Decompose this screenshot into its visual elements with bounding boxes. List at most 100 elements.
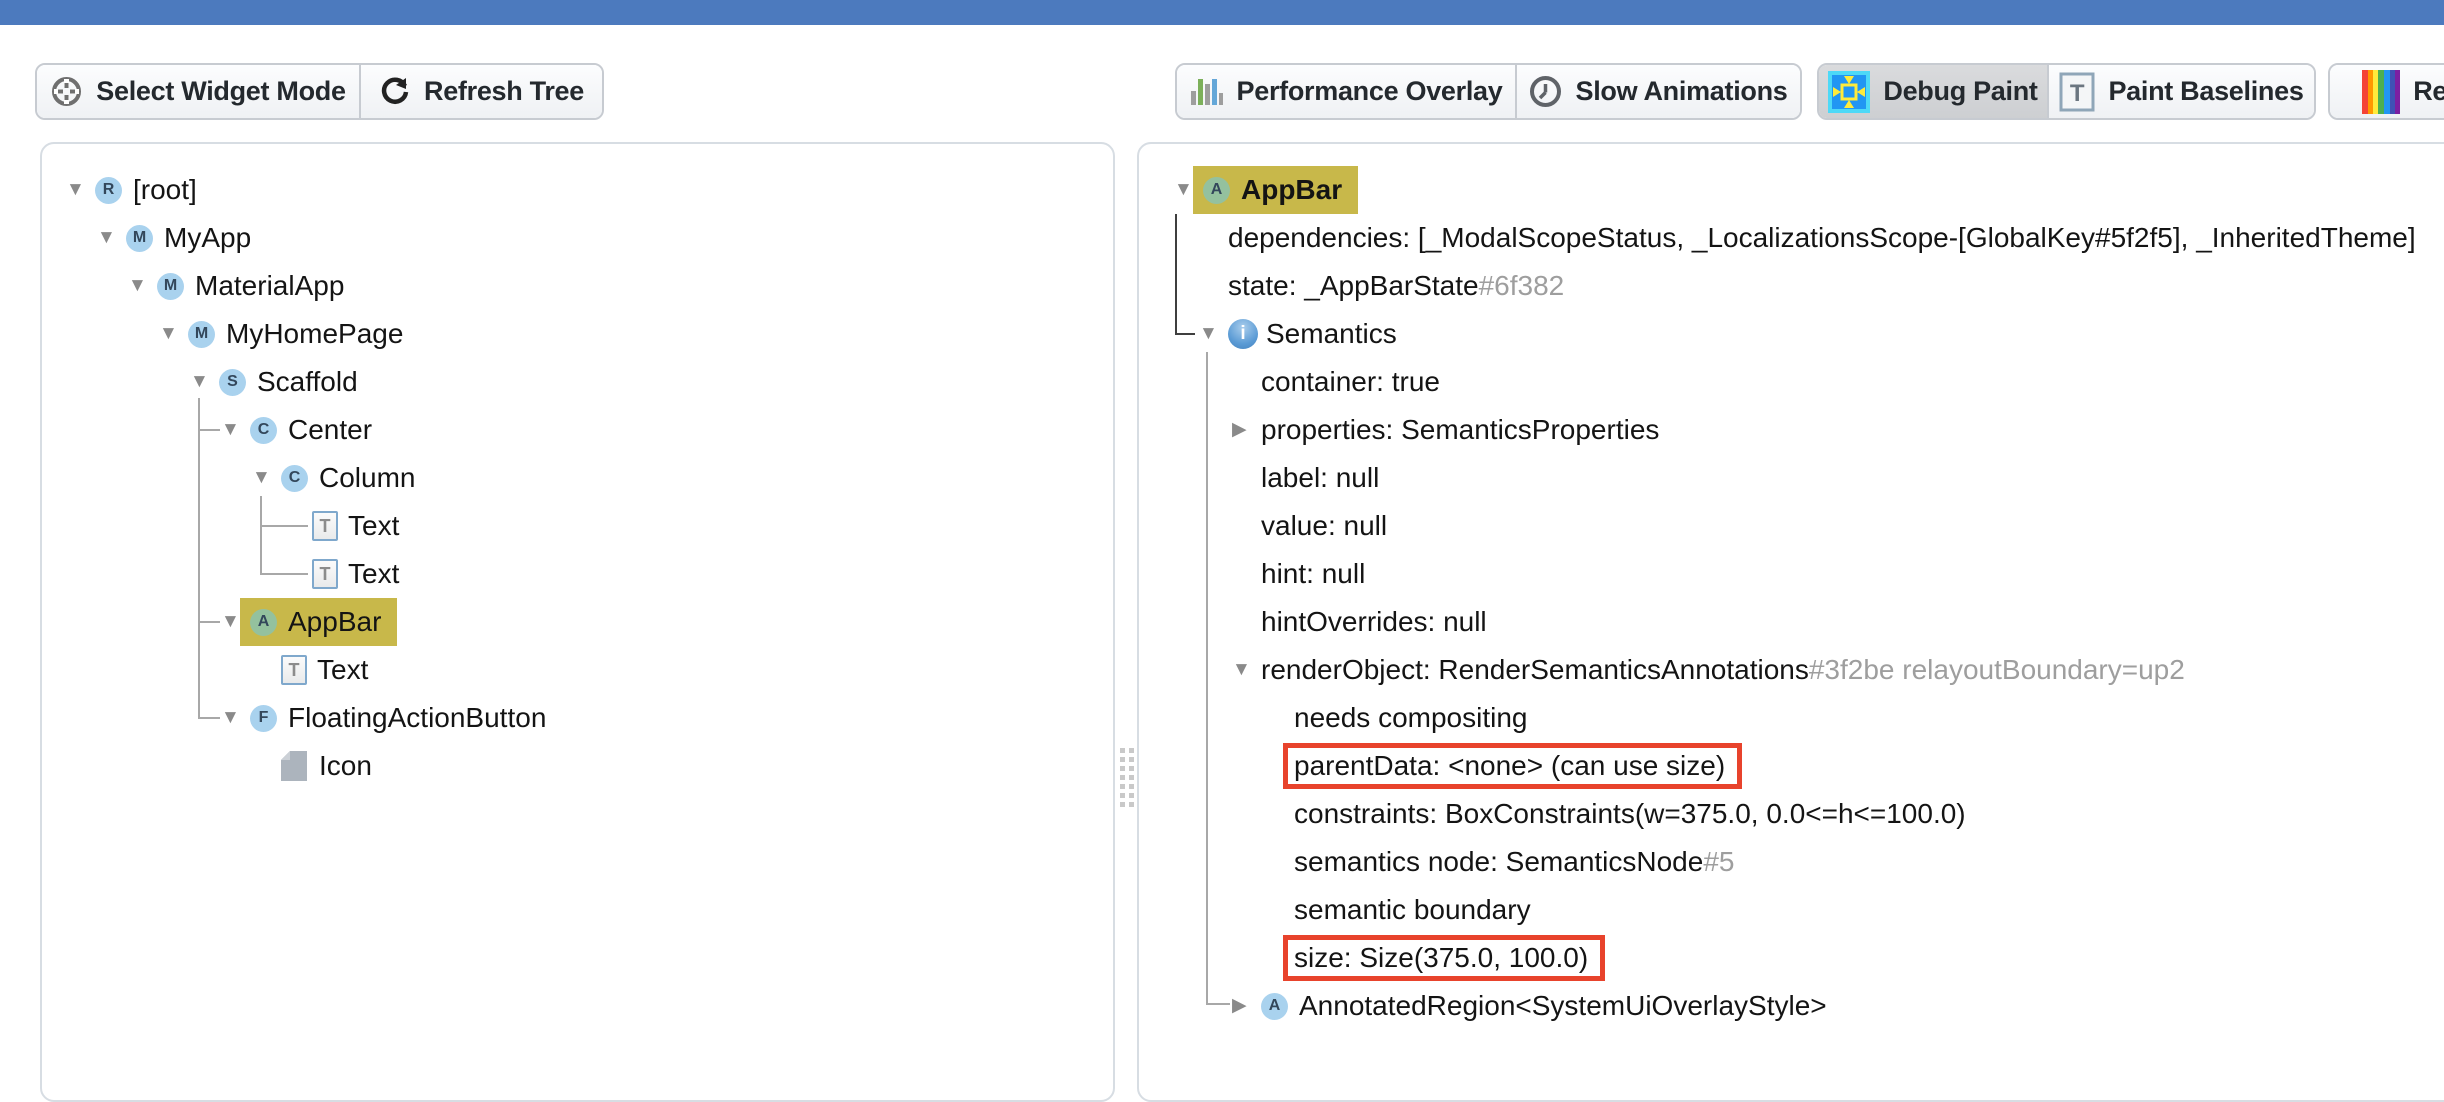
widget-type-badge: M [157, 273, 184, 300]
property-row[interactable]: container: true [1139, 358, 2444, 406]
property-text: semantic boundary [1294, 894, 1531, 926]
debug-paint-label: Debug Paint [1883, 76, 2037, 107]
tree-node-myapp[interactable]: ▼MMyApp [42, 214, 1113, 262]
node-label: [root] [133, 174, 197, 206]
text-widget-badge: T [312, 559, 338, 589]
chevron-expanded-icon[interactable]: ▼ [97, 214, 126, 262]
flutter-inspector: { "colors": { "topbar": "#4C7ABE", "sele… [0, 0, 2444, 1062]
tree-node-scaffold[interactable]: ▼SScaffold [42, 358, 1113, 406]
layout-annotation-box: size: Size(375.0, 100.0) [1283, 935, 1605, 981]
chevron-expanded-icon[interactable]: ▼ [128, 262, 157, 310]
slow-animations-button[interactable]: Slow Animations [1515, 65, 1800, 118]
widget-type-badge: C [281, 465, 308, 492]
property-row[interactable]: ▶properties: SemanticsProperties [1139, 406, 2444, 454]
chevron-collapsed-icon[interactable]: ▶ [1232, 982, 1261, 1030]
node-label: MyHomePage [226, 318, 403, 350]
select-widget-mode-label: Select Widget Mode [96, 76, 345, 107]
property-row[interactable]: size: Size(375.0, 100.0) [1139, 934, 2444, 982]
widget-type-badge: M [188, 321, 215, 348]
tree-node-appbar[interactable]: ▼AAppBar [42, 598, 1113, 646]
tree-node-text[interactable]: TText [42, 502, 1113, 550]
node-label: Semantics [1266, 318, 1397, 350]
tree-node-column[interactable]: ▼C Column [42, 454, 1113, 502]
tree-node-semantics[interactable]: ▼iSemantics [1139, 310, 2444, 358]
node-label: Column [319, 462, 415, 494]
slow-animations-icon [1529, 75, 1562, 108]
tree-node-myhomepage[interactable]: ▼M MyHomePage [42, 310, 1113, 358]
file-icon [281, 751, 307, 781]
panel-splitter-handle[interactable] [1120, 748, 1136, 810]
property-row[interactable]: ▼renderObject: RenderSemanticsAnnotation… [1139, 646, 2444, 694]
hash-suffix: #5 [1703, 846, 1734, 878]
tree-node-materialapp[interactable]: ▼M MaterialApp [42, 262, 1113, 310]
chevron-expanded-icon[interactable]: ▼ [190, 358, 219, 406]
chevron-expanded-icon[interactable]: ▼ [1199, 310, 1228, 358]
property-text: dependencies: [_ModalScopeStatus, _Local… [1228, 222, 2416, 254]
chevron-expanded-icon[interactable]: ▼ [1232, 646, 1261, 694]
property-text: size: Size(375.0, 100.0) [1294, 942, 1588, 973]
selection-highlight: AAppBar [1193, 166, 1358, 214]
node-label: Text [317, 654, 368, 686]
tree-node-root[interactable]: ▼R [root] [42, 166, 1113, 214]
widget-type-badge: A [1261, 993, 1288, 1020]
property-row[interactable]: hintOverrides: null [1139, 598, 2444, 646]
property-text: value: null [1261, 510, 1387, 542]
property-row[interactable]: dependencies: [_ModalScopeStatus, _Local… [1139, 214, 2444, 262]
slow-animations-label: Slow Animations [1575, 76, 1787, 107]
paint-baselines-label: Paint Baselines [2108, 76, 2303, 107]
property-row[interactable]: constraints: BoxConstraints(w=375.0, 0.0… [1139, 790, 2444, 838]
property-row[interactable]: label: null [1139, 454, 2444, 502]
inspector-mode-button-group: Select Widget Mode Refresh Tree [35, 63, 604, 120]
node-label: AnnotatedRegion<SystemUiOverlayStyle> [1299, 990, 1827, 1022]
layout-annotation-box: parentData: <none> (can use size) [1283, 743, 1742, 789]
property-row[interactable]: semantics node: SemanticsNode#5 [1139, 838, 2444, 886]
node-label: Scaffold [257, 366, 358, 398]
property-row[interactable]: parentData: <none> (can use size) [1139, 742, 2444, 790]
text-widget-badge: T [281, 655, 307, 685]
performance-overlay-label: Performance Overlay [1237, 76, 1503, 107]
tree-node-appbar[interactable]: ▼AAppBar [1139, 166, 2444, 214]
repaint-rainbow-label: Repaint Rainbow [2413, 76, 2444, 107]
performance-overlay-button[interactable]: Performance Overlay [1177, 65, 1515, 118]
tree-node-annotatedregion-systemuioverlaystyle[interactable]: ▶A AnnotatedRegion<SystemUiOverlayStyle> [1139, 982, 2444, 1030]
property-row[interactable]: semantic boundary [1139, 886, 2444, 934]
property-text: hintOverrides: null [1261, 606, 1487, 638]
refresh-tree-button[interactable]: Refresh Tree [359, 65, 602, 118]
paint-baselines-button[interactable]: T Paint Baselines [2047, 65, 2314, 118]
tree-node-text[interactable]: T Text [42, 550, 1113, 598]
widget-type-badge: F [250, 705, 277, 732]
property-text: parentData: <none> (can use size) [1294, 750, 1725, 781]
property-row[interactable]: value: null [1139, 502, 2444, 550]
app-top-bar [0, 0, 2444, 25]
widget-type-badge: M [126, 225, 153, 252]
tree-node-text[interactable]: T Text [42, 646, 1113, 694]
tree-node-floatingactionbutton[interactable]: ▼FFloatingActionButton [42, 694, 1113, 742]
node-label: Text [348, 558, 399, 590]
chevron-collapsed-icon[interactable]: ▶ [1232, 406, 1261, 454]
debug-paint-button[interactable]: Debug Paint [1819, 65, 2047, 118]
tree-node-icon[interactable]: Icon [42, 742, 1113, 790]
hash-suffix: #3f2be relayoutBoundary=up2 [1809, 654, 2185, 686]
chevron-expanded-icon[interactable]: ▼ [221, 406, 250, 454]
select-widget-mode-button[interactable]: Select Widget Mode [37, 65, 359, 118]
property-text: properties: SemanticsProperties [1261, 414, 1659, 446]
tree-node-center[interactable]: ▼CCenter [42, 406, 1113, 454]
property-row[interactable]: needs compositing [1139, 694, 2444, 742]
chevron-expanded-icon[interactable]: ▼ [66, 166, 95, 214]
node-label: Center [288, 414, 372, 446]
repaint-rainbow-button[interactable]: Repaint Rainbow [2330, 65, 2444, 118]
property-text: label: null [1261, 462, 1379, 494]
widget-tree-panel: ▼R[root]▼MMyApp▼MMaterialApp▼MMyHomePage… [40, 142, 1115, 1102]
property-row[interactable]: state: _AppBarState#6f382 [1139, 262, 2444, 310]
node-label: MaterialApp [195, 270, 344, 302]
property-text: needs compositing [1294, 702, 1527, 734]
chevron-expanded-icon[interactable]: ▼ [159, 310, 188, 358]
widget-type-badge: R [95, 177, 122, 204]
property-row[interactable]: hint: null [1139, 550, 2444, 598]
chevron-expanded-icon[interactable]: ▼ [221, 694, 250, 742]
text-widget-badge: T [312, 511, 338, 541]
property-text: renderObject: RenderSemanticsAnnotations [1261, 654, 1809, 686]
property-text: constraints: BoxConstraints(w=375.0, 0.0… [1294, 798, 1966, 830]
property-text: state: _AppBarState [1228, 270, 1479, 302]
chevron-expanded-icon[interactable]: ▼ [252, 454, 281, 502]
